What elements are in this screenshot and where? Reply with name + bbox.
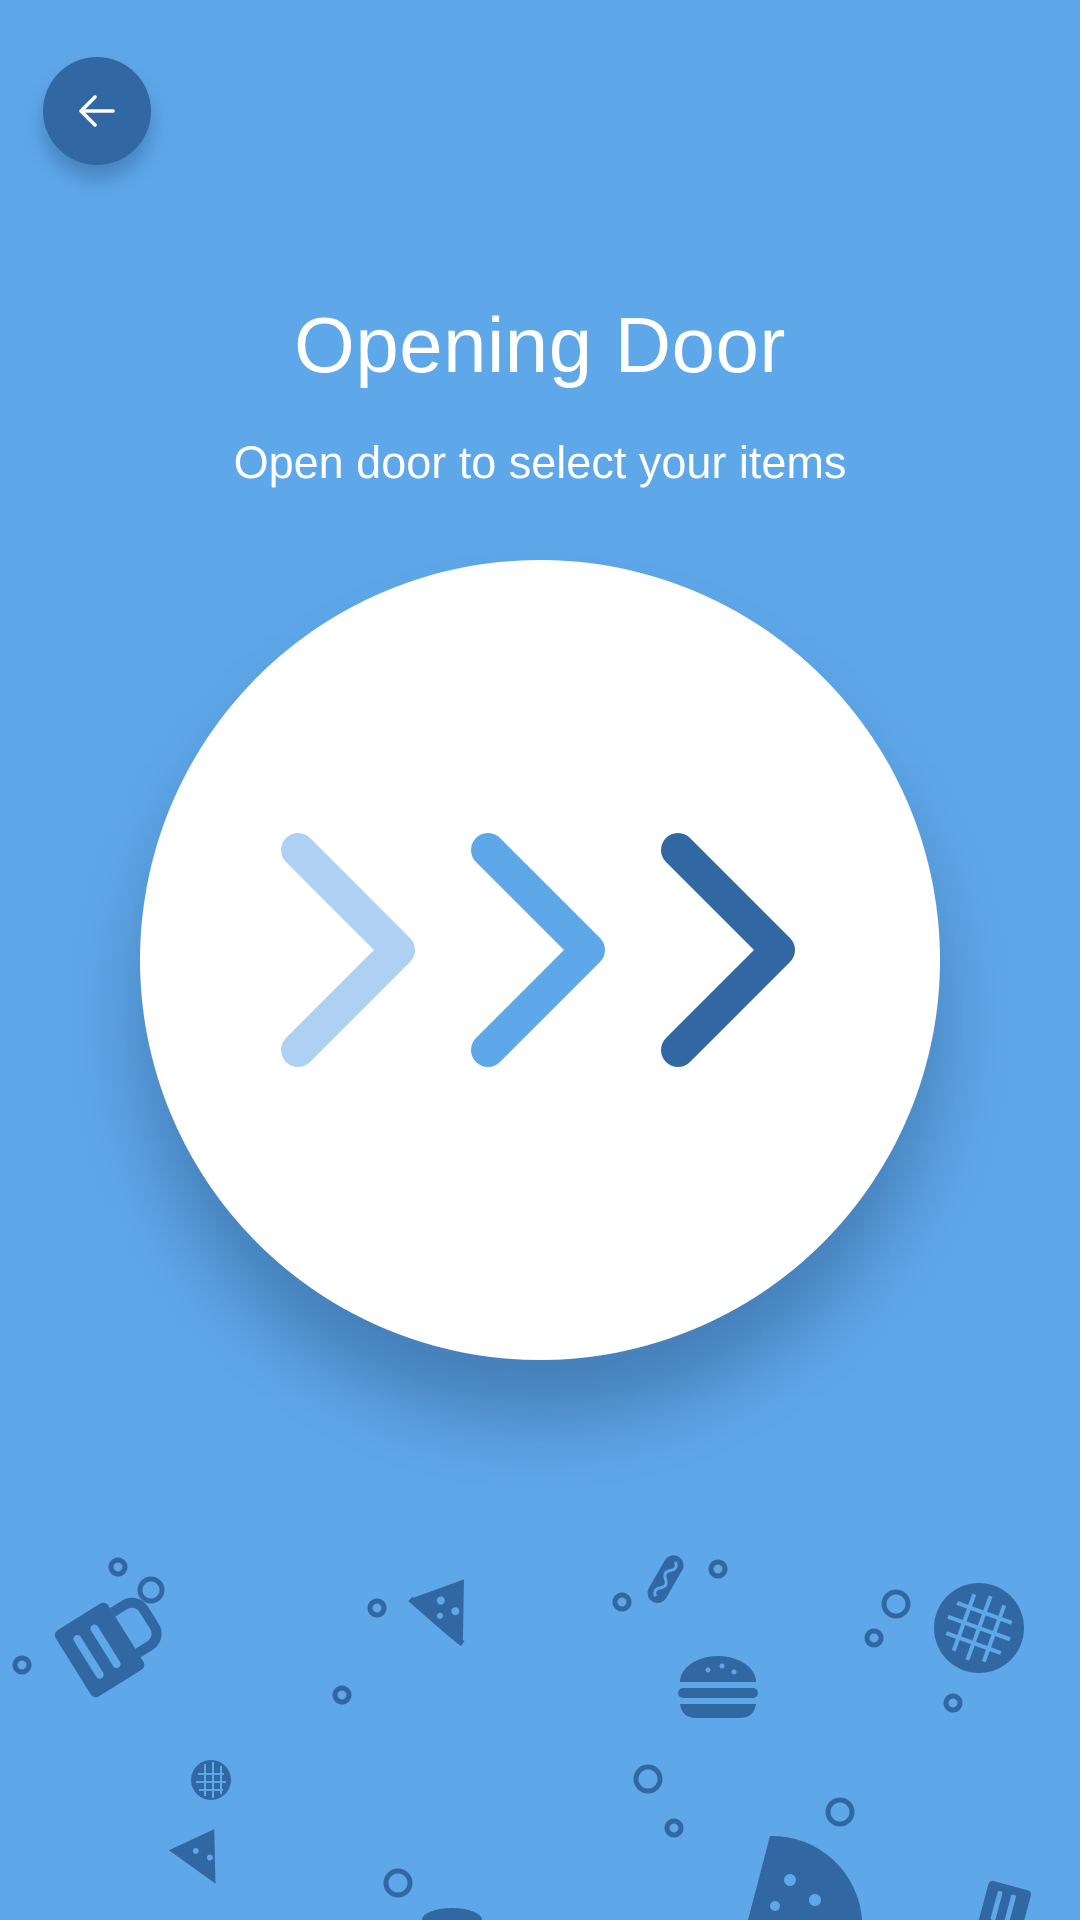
beer-mug-icon	[977, 1880, 1032, 1920]
page-title: Opening Door	[294, 301, 786, 389]
page-subtitle: Open door to select your items	[233, 437, 847, 488]
triple-chevron-right-icon	[281, 833, 795, 1067]
pizza-slice-icon	[408, 1579, 465, 1647]
hotdog-icon	[647, 1555, 684, 1603]
arrow-left-icon	[79, 95, 115, 127]
burger-icon	[422, 1908, 482, 1920]
pizza-slice-icon	[168, 1829, 216, 1884]
waffle-icon	[934, 1583, 1024, 1673]
chevron-right-icon	[471, 833, 605, 1067]
open-door-button[interactable]	[140, 560, 940, 1360]
chevron-right-icon	[281, 833, 415, 1067]
pizza-slice-icon	[748, 1835, 862, 1920]
cookie-icon	[191, 1760, 231, 1800]
chevron-right-icon	[661, 833, 795, 1067]
back-button[interactable]	[43, 57, 151, 165]
food-pattern-decoration	[12, 1555, 1032, 1920]
burger-icon	[678, 1656, 758, 1718]
